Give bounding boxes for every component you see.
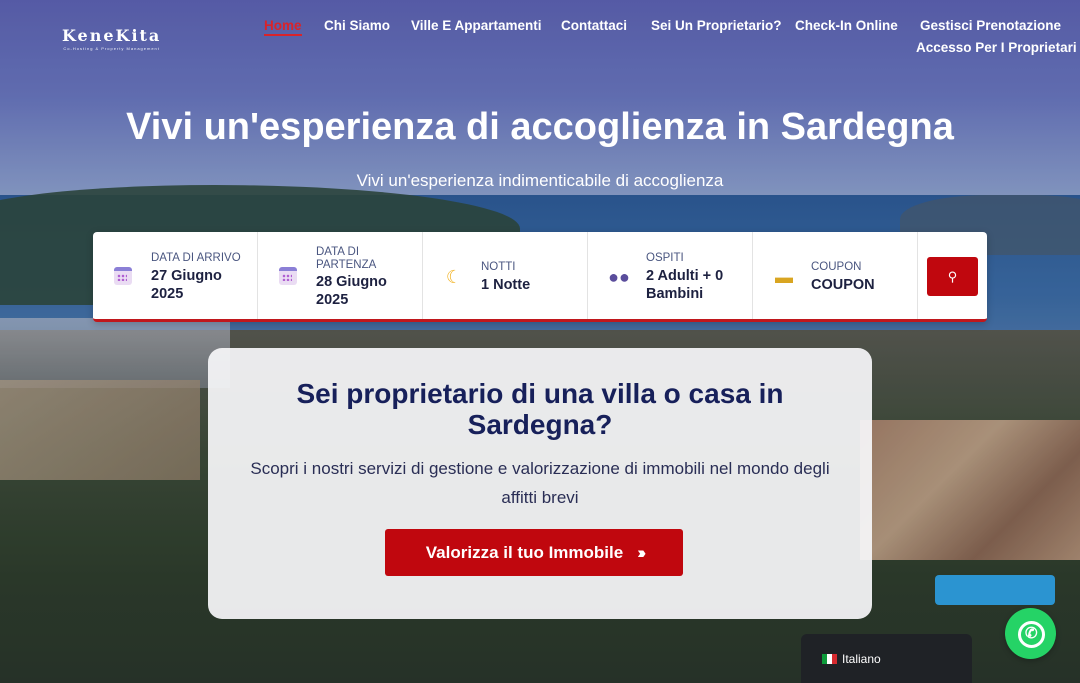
calendar-icon xyxy=(114,267,132,285)
coupon-field[interactable]: ▬ COUPON COUPON xyxy=(753,232,918,319)
checkin-value: 27 Giugno 2025 xyxy=(151,268,222,302)
hero-subtitle: Vivi un'esperienza indimenticabile di ac… xyxy=(356,171,724,190)
owner-card-text: Scopri i nostri servizi di gestione e va… xyxy=(250,459,830,507)
people-icon: ●● xyxy=(608,267,630,287)
site-logo[interactable]: KeneKita Co-Hosting & Property Managemen… xyxy=(62,26,161,51)
nav-gestisci-prenotazione[interactable]: Gestisci Prenotazione xyxy=(920,18,1061,33)
guests-field[interactable]: ●● OSPITI 2 Adulti + 0 Bambini xyxy=(588,232,753,319)
italy-flag-icon xyxy=(822,654,837,664)
checkout-value: 28 Giugno 2025 xyxy=(316,274,387,308)
logo-tagline: Co-Hosting & Property Management xyxy=(63,46,160,51)
coupon-label: COUPON xyxy=(811,261,862,273)
nav-chi-siamo[interactable]: Chi Siamo xyxy=(324,18,390,33)
moon-icon: ☾ xyxy=(445,267,463,287)
nights-value: 1 Notte xyxy=(481,277,531,293)
double-chevron-right-icon: ››› xyxy=(637,542,646,562)
valorizza-immobile-button[interactable]: Valorizza il tuo Immobile ››› xyxy=(385,529,683,576)
nav-accesso-proprietari[interactable]: Accesso Per I Proprietari xyxy=(916,40,1077,55)
nights-field[interactable]: ☾ NOTTI 1 Notte xyxy=(423,232,588,319)
ticket-icon: ▬ xyxy=(775,267,793,287)
language-switcher[interactable]: Italiano xyxy=(801,634,972,683)
nav-home[interactable]: Home xyxy=(264,18,302,36)
checkin-label: DATA DI ARRIVO xyxy=(151,252,241,264)
nav-contattaci[interactable]: Contattaci xyxy=(561,18,627,33)
search-button[interactable]: ⚲ xyxy=(927,257,978,296)
nights-label: NOTTI xyxy=(481,261,516,273)
nav-check-in-online[interactable]: Check-In Online xyxy=(795,18,898,33)
whatsapp-icon: ✆ xyxy=(1025,625,1038,642)
nav-sei-proprietario[interactable]: Sei Un Proprietario? xyxy=(651,18,782,33)
calendar-icon xyxy=(279,267,297,285)
coupon-input[interactable]: COUPON xyxy=(811,276,911,294)
owner-card-title: Sei proprietario di una villa o casa in … xyxy=(296,378,784,440)
checkout-label: DATA DI PARTENZA xyxy=(316,246,377,271)
guests-value: 2 Adulti + 0 Bambini xyxy=(646,268,724,302)
checkout-field[interactable]: DATA DI PARTENZA 28 Giugno 2025 xyxy=(258,232,423,319)
checkin-field[interactable]: DATA DI ARRIVO 27 Giugno 2025 xyxy=(93,232,258,319)
booking-search-bar: DATA DI ARRIVO 27 Giugno 2025 DATA DI PA… xyxy=(93,232,987,322)
whatsapp-chat-button[interactable]: ✆ xyxy=(1005,608,1056,659)
logo-text: KeneKita xyxy=(62,26,162,45)
language-label: Italiano xyxy=(842,652,881,666)
owner-card: Sei proprietario di una villa o casa in … xyxy=(208,348,872,619)
nav-ville-appartamenti[interactable]: Ville E Appartamenti xyxy=(411,18,542,33)
guests-label: OSPITI xyxy=(646,252,684,264)
hero-title: Vivi un'esperienza di accoglienza in Sar… xyxy=(126,106,954,148)
location-pin-icon: ⚲ xyxy=(947,269,958,284)
cta-label: Valorizza il tuo Immobile xyxy=(425,542,624,562)
